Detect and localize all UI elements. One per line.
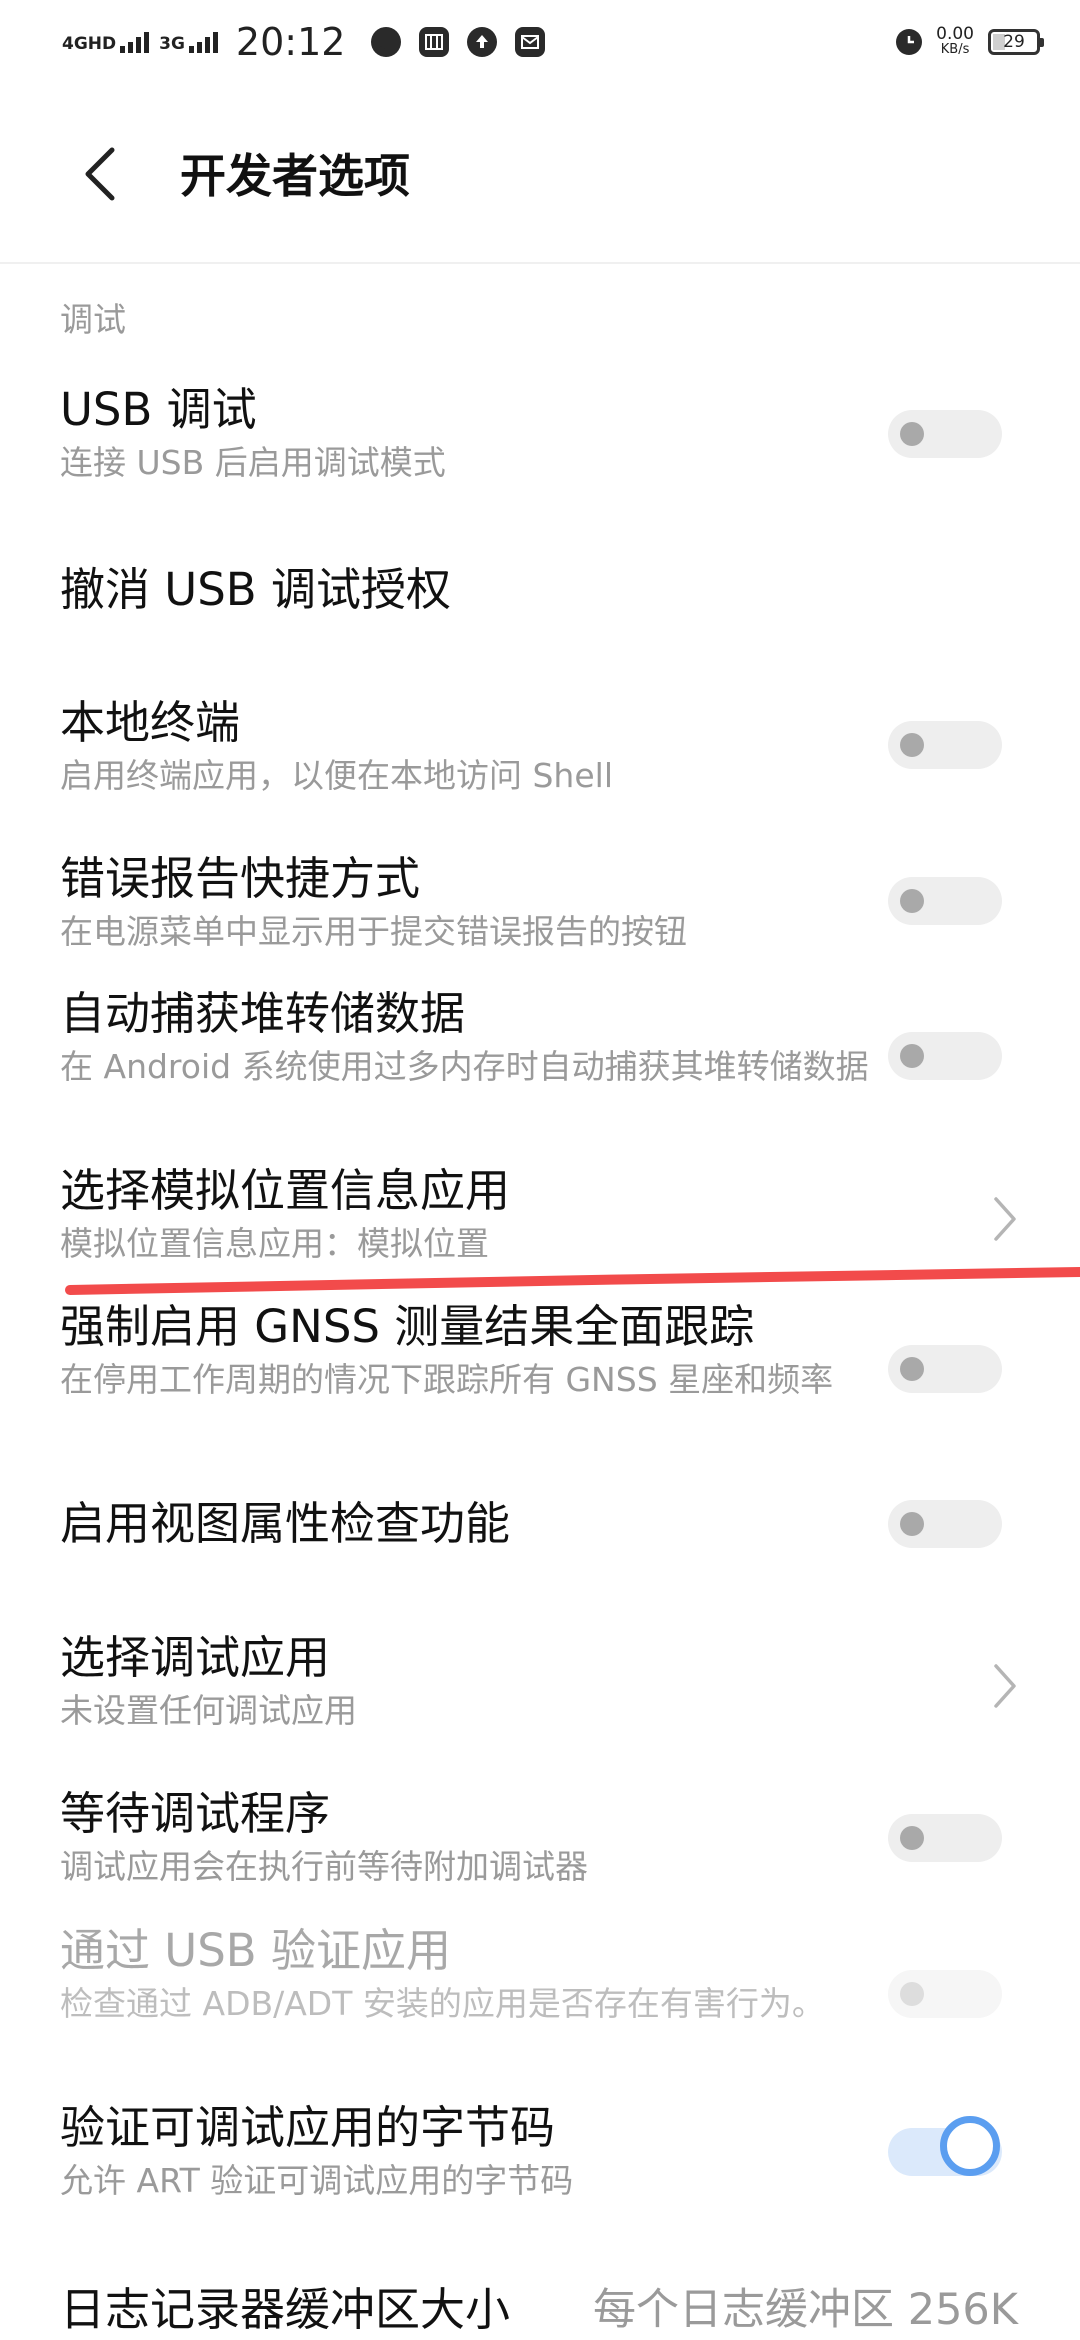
chevron-right-icon — [994, 1197, 1016, 1241]
setting-title: 启用视图属性检查功能 — [60, 1497, 511, 1550]
setting-local-terminal[interactable]: 本地终端 启用终端应用，以便在本地访问 Shell — [0, 693, 1080, 823]
signal-indicator-1: 4GHD — [62, 31, 150, 54]
setting-title: 通过 USB 验证应用 — [60, 1924, 451, 1977]
setting-title: USB 调试 — [60, 383, 257, 436]
mail-icon — [515, 27, 546, 57]
network-speed-value: 0.00 — [936, 24, 974, 44]
chat-bubble-icon — [371, 27, 402, 57]
toggle-knob — [900, 1982, 924, 2006]
battery-level: 29 — [1003, 32, 1025, 52]
setting-subtitle: 在 Android 系统使用过多内存时自动捕获其堆转储数据 — [60, 1047, 869, 1086]
setting-subtitle: 在电源菜单中显示用于提交错误报告的按钮 — [60, 912, 687, 951]
network-speed: 0.00 KB/s — [936, 26, 974, 58]
setting-title: 自动捕获堆转储数据 — [60, 987, 466, 1040]
signal-indicator-2: 3G — [159, 31, 218, 53]
setting-subtitle: 检查通过 ADB/ADT 安装的应用是否存在有害行为。 — [60, 1984, 825, 2023]
toggle-knob — [900, 1512, 924, 1536]
setting-title: 验证可调试应用的字节码 — [60, 2101, 556, 2154]
developer-options-screen: 4GHD 3G 20:12 0.00 KB/s 29 开发者选项 调试 USB … — [0, 0, 1080, 2340]
setting-force-gnss-measurements[interactable]: 强制启用 GNSS 测量结果全面跟踪 在停用工作周期的情况下跟踪所有 GNSS … — [0, 1297, 1080, 1457]
battery-icon: 29 — [988, 29, 1044, 55]
alarm-clock-icon — [896, 29, 923, 55]
status-bar-left: 4GHD 3G 20:12 — [62, 18, 546, 66]
page-title: 开发者选项 — [180, 149, 410, 203]
setting-title: 错误报告快捷方式 — [60, 852, 421, 905]
chevron-right-icon — [994, 1664, 1016, 1708]
toggle-knob — [900, 1826, 924, 1850]
status-bar-right: 0.00 KB/s 29 — [896, 20, 1044, 64]
setting-title: 选择模拟位置信息应用 — [60, 1164, 511, 1217]
signal-2-label: 3G — [159, 34, 185, 54]
setting-title: 强制启用 GNSS 测量结果全面跟踪 — [60, 1300, 755, 1353]
network-speed-unit: KB/s — [940, 42, 970, 57]
force-gnss-toggle[interactable] — [888, 1345, 1002, 1393]
signal-bars-icon — [120, 31, 150, 53]
view-attribute-inspection-toggle[interactable] — [888, 1500, 1002, 1548]
setting-title: 选择调试应用 — [60, 1631, 331, 1684]
verify-bytecode-toggle[interactable] — [888, 2116, 1002, 2176]
bug-report-shortcut-toggle[interactable] — [888, 877, 1002, 925]
setting-bug-report-shortcut[interactable]: 错误报告快捷方式 在电源菜单中显示用于提交错误报告的按钮 — [0, 849, 1080, 969]
signal-1-label: 4GHD — [62, 34, 117, 54]
setting-verify-bytecode[interactable]: 验证可调试应用的字节码 允许 ART 验证可调试应用的字节码 — [0, 2098, 1080, 2218]
app-store-icon — [419, 27, 450, 57]
setting-usb-debugging[interactable]: USB 调试 连接 USB 后启用调试模式 — [0, 380, 1080, 530]
setting-subtitle: 连接 USB 后启用调试模式 — [60, 443, 446, 482]
status-time: 20:12 — [235, 20, 346, 64]
setting-mock-location-app[interactable]: 选择模拟位置信息应用 模拟位置信息应用：模拟位置 — [0, 1161, 1080, 1281]
back-button[interactable] — [60, 130, 140, 218]
setting-title: 撤消 USB 调试授权 — [60, 563, 451, 616]
setting-subtitle: 在停用工作周期的情况下跟踪所有 GNSS 星座和频率 — [60, 1360, 834, 1399]
app-bar: 开发者选项 — [0, 84, 1080, 264]
setting-revoke-usb-authorization[interactable]: 撤消 USB 调试授权 — [0, 560, 1080, 660]
signal-bars-icon — [188, 31, 218, 53]
setting-subtitle: 未设置任何调试应用 — [60, 1691, 357, 1730]
setting-title: 等待调试程序 — [60, 1787, 331, 1840]
wait-for-debugger-toggle[interactable] — [888, 1814, 1002, 1862]
local-terminal-toggle[interactable] — [888, 721, 1002, 769]
toggle-knob — [900, 1357, 924, 1381]
section-header-debugging: 调试 — [60, 300, 126, 339]
setting-select-debug-app[interactable]: 选择调试应用 未设置任何调试应用 — [0, 1628, 1080, 1748]
setting-subtitle: 启用终端应用，以便在本地访问 Shell — [60, 756, 613, 795]
setting-subtitle: 允许 ART 验证可调试应用的字节码 — [60, 2161, 574, 2200]
header-divider — [0, 262, 1080, 264]
setting-verify-apps-over-usb: 通过 USB 验证应用 检查通过 ADB/ADT 安装的应用是否存在有害行为。 — [0, 1921, 1080, 2081]
toggle-knob — [900, 889, 924, 913]
toggle-knob — [900, 733, 924, 757]
auto-heap-dump-toggle[interactable] — [888, 1032, 1002, 1080]
chevron-left-icon — [85, 147, 115, 201]
setting-subtitle: 调试应用会在执行前等待附加调试器 — [60, 1847, 588, 1886]
status-bar: 4GHD 3G 20:12 0.00 KB/s 29 — [0, 0, 1080, 84]
toggle-knob — [900, 1044, 924, 1068]
toggle-knob — [940, 2116, 1000, 2176]
setting-value: 每个日志缓冲区 256K — [593, 2285, 1018, 2335]
upload-icon — [467, 27, 498, 57]
setting-subtitle: 模拟位置信息应用：模拟位置 — [60, 1224, 489, 1263]
setting-logger-buffer-size[interactable]: 日志记录器缓冲区大小 每个日志缓冲区 256K — [0, 2280, 1080, 2340]
setting-wait-for-debugger[interactable]: 等待调试程序 调试应用会在执行前等待附加调试器 — [0, 1784, 1080, 1904]
toggle-knob — [900, 422, 924, 446]
setting-title: 本地终端 — [60, 696, 241, 749]
verify-apps-over-usb-toggle — [888, 1970, 1002, 2018]
usb-debugging-toggle[interactable] — [888, 410, 1002, 458]
setting-auto-heap-dump[interactable]: 自动捕获堆转储数据 在 Android 系统使用过多内存时自动捕获其堆转储数据 — [0, 984, 1080, 1144]
setting-view-attribute-inspection[interactable]: 启用视图属性检查功能 — [0, 1494, 1080, 1594]
